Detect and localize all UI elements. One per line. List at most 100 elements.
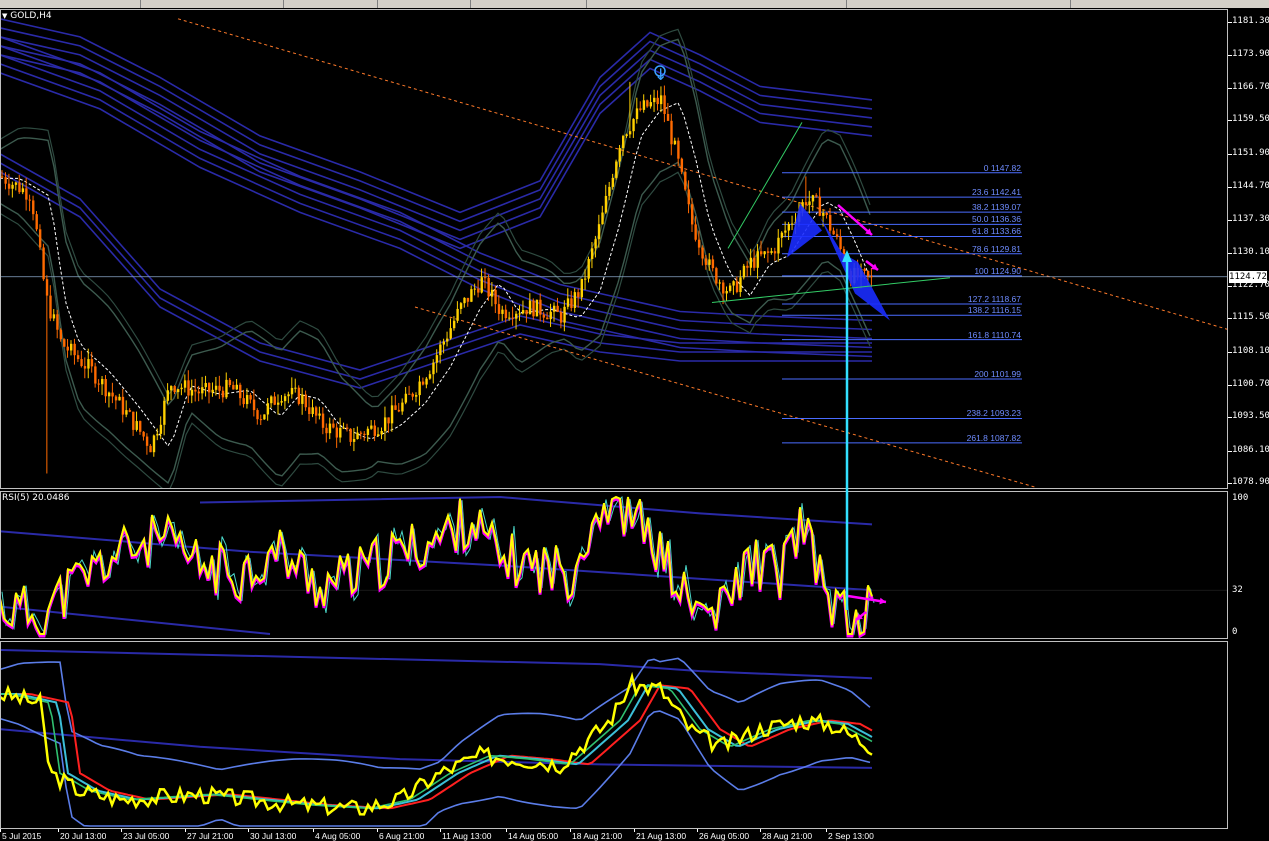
osc-envelope-upper	[1, 649, 873, 680]
candle-body	[625, 134, 628, 137]
candle-body	[673, 140, 677, 145]
time-axis-tick	[760, 829, 761, 832]
fib-level-value: 78.6	[971, 243, 989, 254]
candle-body	[408, 393, 411, 395]
fib-level-price: 1139.07	[990, 202, 1021, 213]
fib-level-label: 138.2 1116.15	[0, 305, 1021, 315]
symbol-title-text: GOLD,H4	[10, 11, 52, 21]
candle-body	[646, 100, 649, 107]
candle-body	[718, 282, 721, 284]
fib-level-label: 127.2 1118.67	[0, 294, 1021, 304]
candle-body	[677, 140, 680, 159]
candle-body	[618, 148, 621, 162]
candle-body	[704, 258, 708, 265]
time-axis-label: 21 Aug 13:00	[636, 831, 687, 841]
candle-body	[639, 108, 642, 110]
candle-body	[511, 317, 514, 319]
candle-body	[173, 386, 176, 393]
candle-body	[508, 317, 511, 319]
candle-body	[294, 387, 297, 389]
time-axis-tick	[248, 829, 249, 832]
fib-level-price: 1142.41	[990, 187, 1021, 198]
candle-body	[735, 281, 739, 293]
candle-body	[270, 396, 273, 404]
fib-level-price: 1133.66	[990, 226, 1021, 237]
candle-body	[290, 387, 294, 395]
osc-band-upper	[1, 657, 871, 771]
time-axis-tick	[313, 829, 314, 832]
candle-body	[477, 288, 480, 293]
rsi-plot	[1, 495, 1227, 638]
fib-level-value: 100	[974, 265, 989, 276]
time-axis-tick	[121, 829, 122, 832]
oscillator-plot	[1, 649, 873, 827]
candle-body	[411, 393, 414, 397]
fib-level-label: 161.8 1110.74	[0, 330, 1021, 340]
time-axis-label: 4 Aug 05:00	[315, 831, 361, 841]
candle-body	[297, 387, 301, 404]
fib-level-value: 127.2	[967, 293, 990, 304]
candle-body	[225, 379, 228, 398]
oscillator-axis[interactable]	[1228, 641, 1269, 829]
candle-body	[245, 395, 249, 405]
time-axis-label: 14 Aug 05:00	[508, 831, 559, 841]
candle-body	[170, 386, 173, 391]
candle-body	[370, 425, 373, 429]
candle-body	[101, 378, 104, 385]
candle-body	[870, 276, 873, 278]
candle-body	[708, 259, 711, 265]
candle-body	[480, 277, 483, 293]
candle-body	[301, 394, 304, 404]
candle-body	[404, 393, 408, 403]
fib-level-value: 23.6	[971, 187, 989, 198]
candle-body	[4, 177, 7, 184]
rsi-axis-label: 100	[1232, 493, 1249, 503]
candle-body	[418, 381, 421, 396]
time-axis-tick	[0, 829, 1, 832]
candle-body	[70, 343, 73, 351]
candle-body	[201, 387, 204, 394]
fib-level-value: 138.2	[967, 305, 990, 316]
candle-body	[97, 383, 100, 385]
rsi-axis[interactable]	[1228, 491, 1269, 639]
symbol-title[interactable]: ▼ GOLD,H4	[2, 11, 52, 21]
fib-level-price: 1087.82	[990, 432, 1021, 443]
candle-body	[287, 394, 290, 397]
candle-body	[76, 355, 80, 360]
candle-body	[176, 389, 180, 393]
rsi-line	[1, 495, 873, 636]
fib-level-label: 78.6 1129.81	[0, 244, 1021, 254]
time-axis-label: 11 Aug 13:00	[442, 831, 492, 841]
candle-body	[439, 344, 442, 356]
fib-level-value: 238.2	[966, 408, 988, 419]
candle-body	[280, 401, 283, 403]
fib-level-price: 1129.81	[990, 243, 1021, 254]
candle-body	[611, 177, 615, 187]
candle-body	[328, 423, 332, 434]
price-axis-label: 1086.10	[1232, 444, 1269, 455]
fib-level-value: 261.8	[966, 432, 988, 443]
fib-level-price: 1110.74	[991, 329, 1021, 340]
fib-level-price: 1136.36	[990, 214, 1021, 225]
candle-body	[642, 100, 646, 110]
candle-body	[118, 396, 121, 401]
candle-body	[332, 423, 335, 428]
candle-body	[90, 359, 94, 367]
fib-level-label: 100 1124.90	[0, 266, 1021, 276]
price-axis-label: 1181.30	[1232, 16, 1269, 26]
candle-body	[249, 395, 252, 400]
candle-body	[649, 102, 652, 107]
price-axis-label: 1078.90	[1232, 477, 1269, 487]
fib-level-value: 0	[983, 162, 989, 173]
triangle-down-icon[interactable]: ▼	[2, 12, 7, 20]
candle-body	[218, 385, 221, 391]
candle-body	[442, 341, 445, 345]
candle-body	[663, 95, 666, 114]
price-axis-label: 1173.90	[1232, 49, 1269, 60]
fib-level-label: 0 1147.82	[0, 163, 1021, 173]
fib-level-value: 38.2	[971, 202, 989, 213]
fib-level-price: 1147.82	[990, 162, 1021, 173]
candle-body	[632, 119, 635, 132]
price-axis-label: 1159.50	[1232, 114, 1269, 125]
candle-body	[80, 359, 83, 367]
